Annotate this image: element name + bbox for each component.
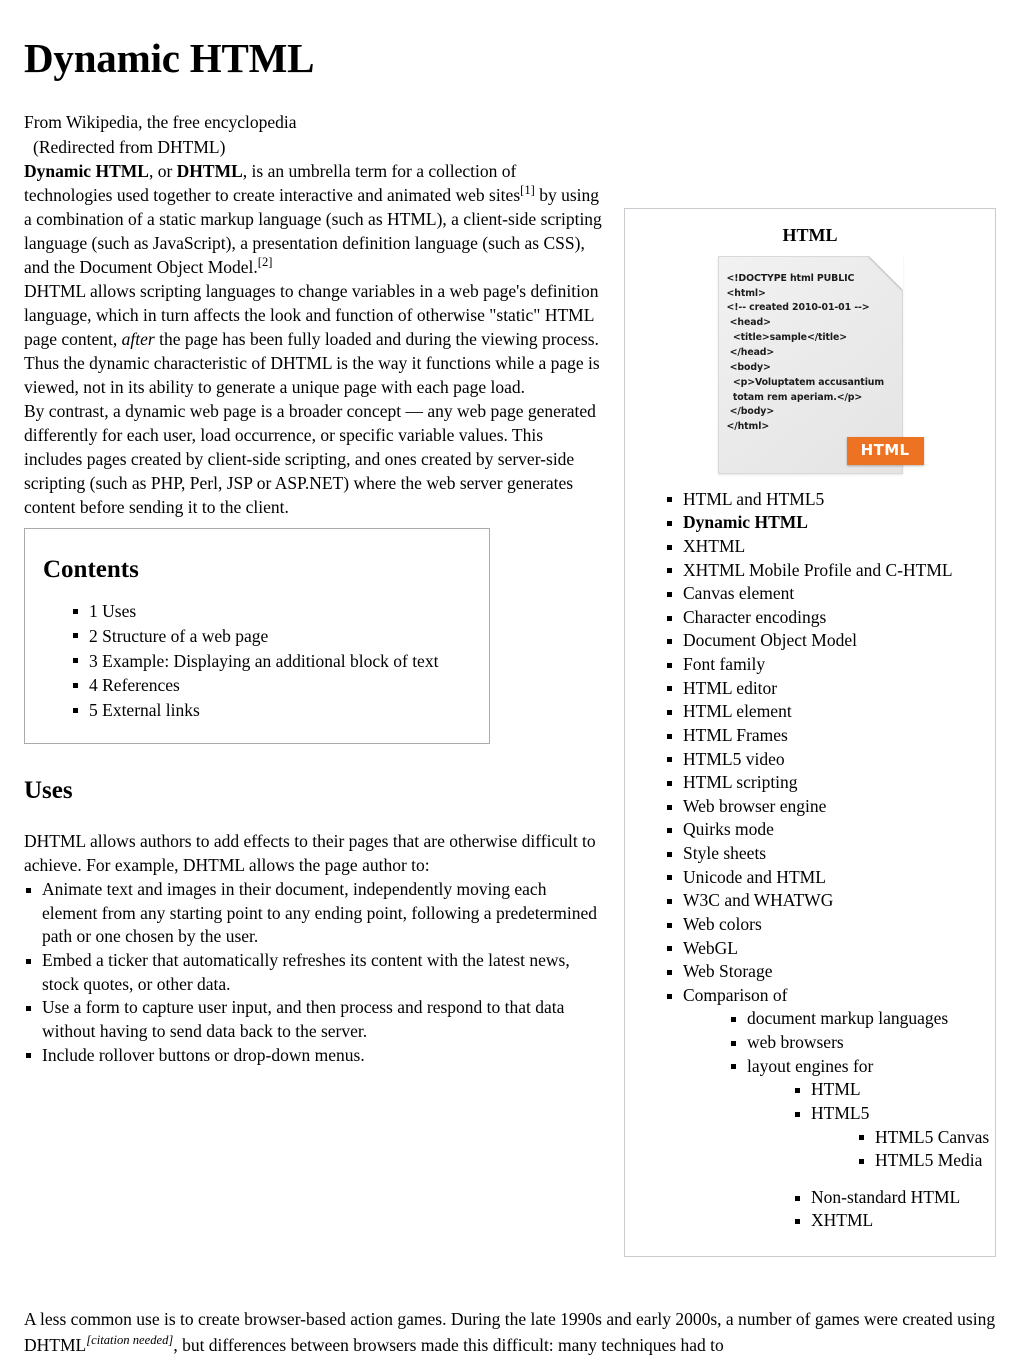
lead-paragraph-1: Dynamic HTML, or DHTML, is an umbrella t… [24,160,604,280]
uses-list-item: Include rollover buttons or drop-down me… [24,1044,604,1068]
citation-needed-tag[interactable]: [citation needed] [86,1333,173,1347]
contents-list: 1 Uses 2 Structure of a web page 3 Example… [43,599,471,723]
nav-item[interactable]: Style sheets [665,842,995,866]
contents-heading: Contents [43,555,139,583]
nav-item[interactable]: HTML Frames [665,724,995,748]
term-dynamic-html: Dynamic HTML [24,161,149,182]
article-body: Dynamic HTML, or DHTML, is an umbrella t… [24,160,604,1067]
closing-seg2: , but differences between browsers made … [173,1335,724,1356]
nav-item[interactable]: Comparison of document markup languages we… [665,984,995,1233]
infobox-figure: <!DOCTYPE html PUBLIC <html> <!-- create… [625,255,995,474]
contents-item[interactable]: 4 References [71,673,471,698]
nav-item[interactable]: WebGL [665,937,995,961]
emphasis-after: after [121,328,155,349]
uses-bullet-list: Animate text and images in their documen… [24,878,604,1067]
contents-item[interactable]: 3 Example: Displaying an additional bloc… [71,649,471,674]
nav-item[interactable]: HTML and HTML5 [665,488,995,512]
uses-intro-paragraph: DHTML allows authors to add effects to t… [24,831,596,876]
nav-item[interactable]: HTML element [665,700,995,724]
nav-item[interactable]: Font family [665,653,995,677]
section-heading-uses: Uses [24,777,73,805]
contents-item[interactable]: 2 Structure of a web page [71,624,471,649]
nav-item-current: Dynamic HTML [665,511,995,535]
uses-list-item: Embed a ticker that automatically refres… [24,949,604,996]
closing-paragraph: A less common use is to create browser-b… [24,1306,1002,1359]
nav-item[interactable]: HTML5 HTML5 Canvas HTML5 Media [793,1102,995,1173]
redirect-notice: (Redirected from DHTML) [33,137,226,158]
nav-level-2-list: document markup languages web browsers lay… [683,1007,995,1233]
nav-level-1-list: HTML and HTML5 Dynamic HTML XHTML XHTML Mob… [665,488,995,1233]
nav-item[interactable]: HTML scripting [665,771,995,795]
citation-ref-1[interactable]: [1] [520,183,535,197]
nav-item[interactable]: HTML [793,1078,995,1102]
nav-item[interactable]: Web colors [665,913,995,937]
nav-item[interactable]: Web Storage [665,960,995,984]
html-infobox: HTML <!DOCTYPE html PUBLIC <html> <!-- c… [624,208,996,1257]
nav-item[interactable]: W3C and WHATWG [665,889,995,913]
nav-item[interactable]: Canvas element [665,582,995,606]
contents-box: Contents 1 Uses 2 Structure of a web page… [24,527,490,745]
nav-item[interactable]: Web browser engine [665,795,995,819]
nav-item[interactable]: HTML5 Canvas [857,1126,995,1150]
lead-paragraph-3: By contrast, a dynamic web page is a bro… [24,400,596,517]
site-subtitle: From Wikipedia, the free encyclopedia [24,112,297,133]
nav-item[interactable]: XHTML [793,1209,995,1233]
nav-item[interactable]: Unicode and HTML [665,866,995,890]
nav-item[interactable]: web browsers [729,1031,995,1055]
contents-item[interactable]: 5 External links [71,698,471,723]
lead-paragraph-2: DHTML allows scripting languages to chan… [24,280,604,400]
nav-item[interactable]: Non-standard HTML [793,1186,995,1210]
infobox-title: HTML [782,225,838,245]
html-topics-nav: HTML and HTML5 Dynamic HTML XHTML XHTML Mob… [625,488,995,1233]
uses-list-item: Use a form to capture user input, and th… [24,996,604,1043]
html-badge: HTML [846,437,924,465]
document-code-sample: <!DOCTYPE html PUBLIC <html> <!-- create… [726,272,885,433]
nav-item[interactable]: document markup languages [729,1007,995,1031]
nav-item[interactable]: HTML editor [665,677,995,701]
term-dhtml: DHTML [176,161,243,182]
uses-list-item: Animate text and images in their documen… [24,878,604,949]
nav-item[interactable]: XHTML Mobile Profile and C-HTML [665,559,995,583]
nav-item[interactable]: Document Object Model [665,629,995,653]
nav-item[interactable]: HTML5 video [665,748,995,772]
nav-level-4-list: HTML5 Canvas HTML5 Media [811,1126,995,1173]
nav-item[interactable]: XHTML [665,535,995,559]
contents-item[interactable]: 1 Uses [71,599,471,624]
nav-item[interactable]: layout engines for HTML HTML5 HTML5 Canvas H… [729,1055,995,1233]
article-page: Dynamic HTML From Wikipedia, the free en… [0,35,1020,1359]
page-title: Dynamic HTML [24,35,315,81]
lead-p1-seg1: , or [148,161,177,182]
nav-item[interactable]: HTML5 Media [857,1149,995,1173]
nav-item[interactable]: Quirks mode [665,818,995,842]
nav-level-3-list: HTML HTML5 HTML5 Canvas HTML5 Media Non-stan… [747,1078,995,1233]
citation-ref-2[interactable]: [2] [258,255,273,269]
nav-item[interactable]: Character encodings [665,606,995,630]
nav-group-spacer [793,1173,995,1186]
html-document-icon: <!DOCTYPE html PUBLIC <html> <!-- create… [717,255,924,474]
